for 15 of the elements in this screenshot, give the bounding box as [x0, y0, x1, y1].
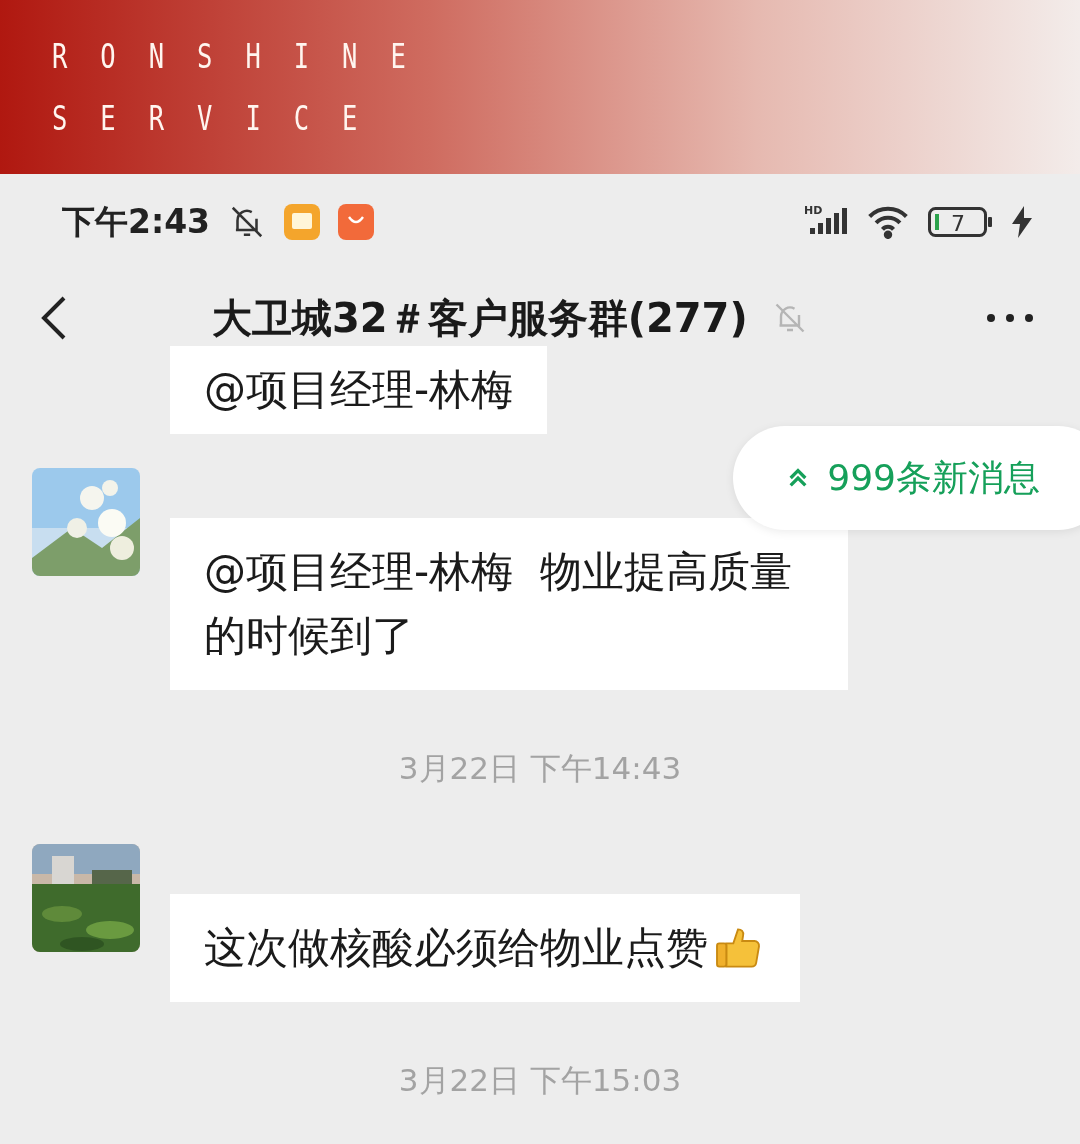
banner-text: SERVICE	[52, 98, 391, 138]
app-icon	[338, 204, 375, 240]
message-text: 这次做核酸必须给物业点赞	[204, 922, 708, 974]
banner-text: RONSHINE	[52, 36, 439, 76]
status-time: 下午2:43	[62, 200, 211, 243]
more-icon[interactable]	[986, 313, 1034, 323]
wifi-icon	[866, 205, 910, 239]
timestamp: 3月22日 下午15:03	[398, 1061, 682, 1100]
timestamp: 3月22日 下午14:43	[398, 749, 682, 788]
new-messages-button[interactable]: 999条新消息	[733, 426, 1080, 530]
app-icon	[284, 204, 321, 240]
new-messages-label: 999条新消息	[827, 455, 1040, 500]
chat-title: 大卫城32＃客户服务群(277)	[212, 293, 748, 343]
message-text: @项目经理-林梅	[204, 364, 514, 416]
message-text: @项目经理-林梅 物业提高质量的时候到了	[204, 546, 793, 662]
